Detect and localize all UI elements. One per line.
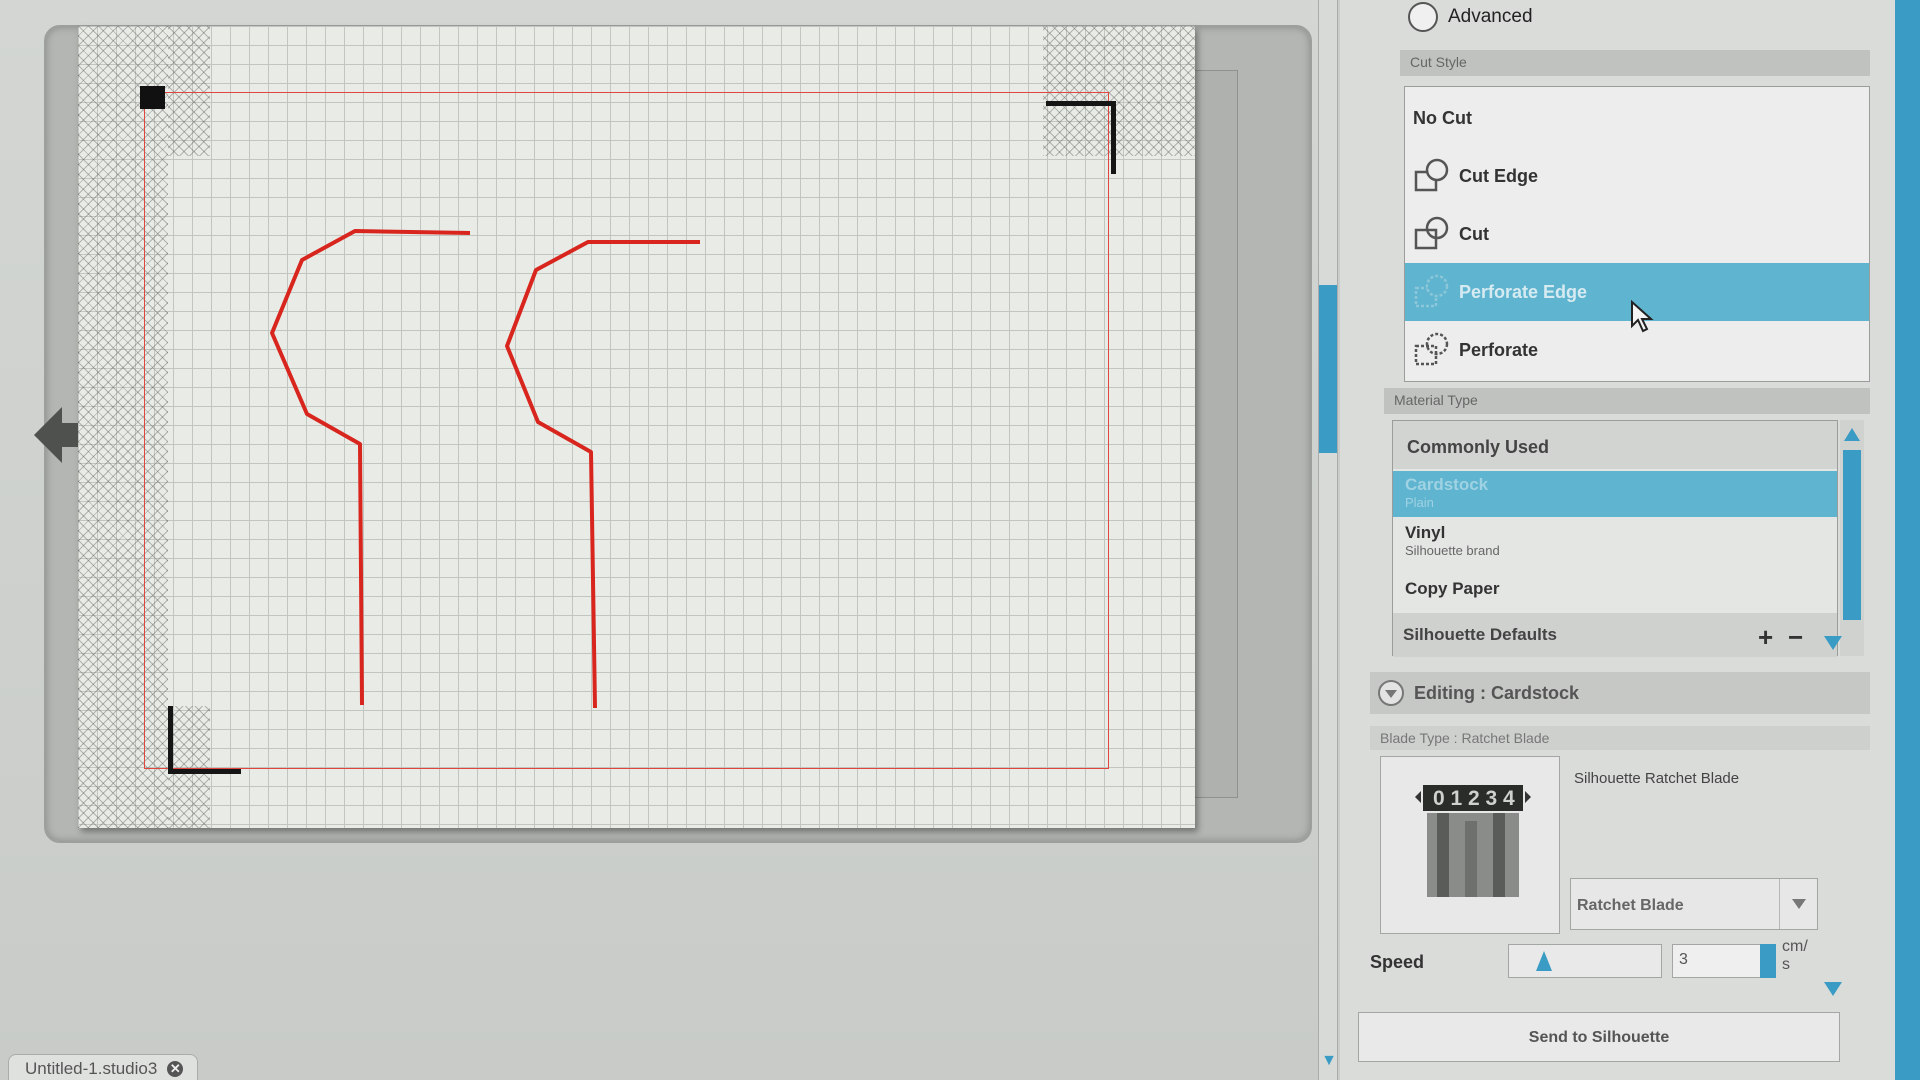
design-shapes [270,229,700,709]
scrollbar-thumb[interactable] [1843,450,1861,620]
material-item-vinyl[interactable]: Vinyl Silhouette brand [1393,519,1837,565]
cut-style-header: Cut Style [1400,50,1870,76]
scroll-down-icon[interactable] [1824,982,1842,996]
material-list-scrollbar[interactable] [1840,420,1864,656]
scrollbar-thumb[interactable] [1319,285,1337,453]
send-to-silhouette-button[interactable]: Send to Silhouette [1358,1012,1840,1062]
cut-edge-icon [1414,158,1449,192]
blade-image: 0 1 2 3 4 [1380,756,1560,934]
speed-input[interactable]: 3 [1672,944,1768,978]
blade-type-label: Blade Type : Ratchet Blade [1370,726,1870,750]
scroll-down-icon[interactable]: ▼ [1320,1052,1338,1070]
speed-slider[interactable] [1508,944,1662,978]
editing-section-header[interactable]: Editing : Cardstock [1370,672,1870,714]
editing-title: Editing : Cardstock [1414,682,1580,703]
add-material-button[interactable]: + [1758,622,1773,653]
radio-button[interactable] [1408,2,1438,32]
perforate-icon [1414,332,1449,366]
scroll-up-icon[interactable] [1844,428,1860,441]
cut-style-label: Perforate [1459,339,1539,360]
cut-style-label: Cut [1459,223,1489,244]
blade-select-value: Ratchet Blade [1577,897,1684,914]
cut-shape-2[interactable] [505,240,700,709]
cut-style-cut-edge[interactable]: Cut Edge [1405,147,1869,205]
document-tab-label: Untitled-1.studio3 [25,1059,158,1078]
collapse-icon[interactable] [1378,680,1404,706]
cut-icon [1414,216,1449,250]
cut-style-label: Perforate Edge [1459,281,1588,302]
remove-material-button[interactable]: − [1788,622,1803,653]
cut-style-label: Cut Edge [1459,165,1538,186]
document-tab[interactable]: Untitled-1.studio3 ✕ [8,1054,199,1080]
scroll-down-icon[interactable] [1824,636,1842,650]
material-subtitle: Plain [1405,495,1434,510]
arrow-left-icon[interactable] [32,405,80,465]
material-name: Vinyl [1405,523,1446,542]
material-group-header[interactable]: Commonly Used [1393,421,1837,469]
mouse-cursor-icon [1631,300,1654,333]
cut-settings-panel: Advanced Cut Style No Cut Cut Edge Cut P… [1340,0,1895,1080]
material-item-copy-paper[interactable]: Copy Paper [1393,571,1837,611]
blade-select[interactable]: Ratchet Blade [1570,878,1818,930]
workspace[interactable]: Untitled-1.studio3 ✕ [0,0,1335,1080]
material-type-header: Material Type [1384,388,1870,414]
material-item-cardstock[interactable]: Cardstock Plain [1393,471,1837,517]
advanced-option[interactable]: Advanced [1408,2,1533,32]
speed-label: Speed [1370,952,1425,972]
speed-stepper[interactable] [1760,944,1776,978]
workspace-scrollbar[interactable]: ▼ [1318,0,1338,1080]
material-name: Cardstock [1405,475,1489,494]
blade-digits: 0 1 2 3 4 [1433,787,1515,810]
cut-style-list: No Cut Cut Edge Cut Perforate Edge Perfo… [1404,86,1870,382]
cut-style-cut[interactable]: Cut [1405,205,1869,263]
perforate-edge-icon [1414,274,1449,308]
advanced-label: Advanced [1448,6,1533,27]
material-type-list: Commonly Used Cardstock Plain Vinyl Silh… [1392,420,1838,657]
chevron-down-icon[interactable] [1779,879,1817,929]
cut-shape-1[interactable] [270,229,471,706]
blade-name: Silhouette Ratchet Blade [1574,770,1740,787]
blade-icon: 0 1 2 3 4 [1415,785,1531,897]
cut-style-label: No Cut [1413,107,1472,128]
close-icon[interactable]: ✕ [167,1061,184,1077]
speed-unit: cm/ s [1782,938,1808,973]
slider-handle[interactable] [1536,951,1553,971]
material-name: Copy Paper [1405,579,1500,598]
cut-style-no-cut[interactable]: No Cut [1405,89,1869,147]
panel-scrollbar[interactable] [1895,0,1920,1080]
material-subtitle: Silhouette brand [1405,543,1500,558]
